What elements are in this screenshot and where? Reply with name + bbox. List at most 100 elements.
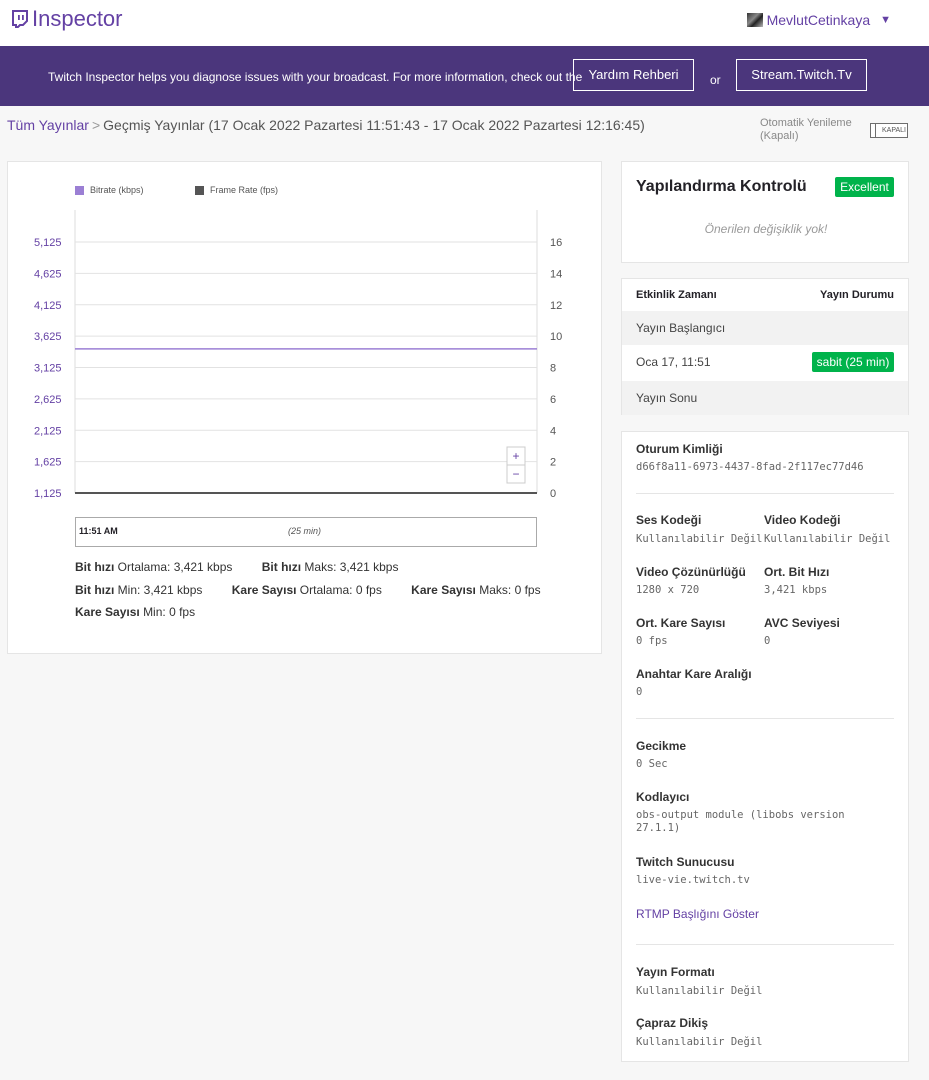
events-card: Etkinlik Zamanı Yayın Durumu Yayın Başla… [621,278,909,415]
interlace-value: Kullanılabilir Değil [636,1036,763,1048]
y-left-tick: 5,125 [34,237,62,249]
stream-format-value: Kullanılabilir Değil [636,985,763,997]
audio-codec-value: Kullanılabilir Değil [636,533,763,545]
top-bar: Inspector MevlutCetinkaya ▼ [0,0,929,46]
video-codec-label: Video Kodeği [764,513,841,527]
stats-row-1: Bit hızı Ortalama: 3,421 kbps Bit hızı M… [75,560,398,574]
interlace-label: Çapraz Dikiş [636,1016,709,1030]
caret-down-icon: ▼ [880,14,891,26]
resolution-value: 1280 x 720 [636,584,700,596]
event-time: Oca 17, 11:51 [636,355,711,369]
config-title: Yapılandırma Kontrolü [636,178,807,195]
stat-bitrate-avg: Bit hızı Ortalama: 3,421 kbps [75,560,233,574]
y-right-tick: 14 [550,268,562,280]
y-left-tick: 1,625 [34,457,62,469]
stream-format-label: Yayın Formatı [636,965,715,979]
timeline-duration: (25 min) [288,526,322,536]
timeline-navigator[interactable]: 11:51 AM (25 min) [75,517,537,547]
audio-codec-label: Ses Kodeği [636,513,702,527]
y-left-tick: 2,625 [34,394,62,406]
twitch-server-label: Twitch Sunucusu [636,855,735,869]
encoder-value-line1: obs-output module (libobs version [636,809,845,821]
avg-fps-label: Ort. Kare Sayısı [636,616,726,630]
stream-twitch-button[interactable]: Stream.Twitch.Tv [736,59,867,91]
y-left-tick: 3,625 [34,331,62,343]
stat-fps-avg: Kare Sayısı Ortalama: 0 fps [231,583,382,597]
stat-bitrate-max: Bit hızı Maks: 3,421 kbps [261,560,399,574]
event-row-status: Oca 17, 11:51 sabit (25 min) [622,345,908,379]
divider [636,718,894,719]
session-card: Oturum Kimliği d66f8a11-6973-4437-8fad-2… [621,431,909,1062]
breadcrumb-all-broadcasts[interactable]: Tüm Yayınlar [7,117,89,133]
twitch-icon [12,10,28,28]
avg-bitrate-value: 3,421 kbps [764,584,828,596]
stats-row-3: Kare Sayısı Min: 0 fps [75,605,195,619]
event-end-label: Yayın Sonu [636,391,698,405]
y-right-tick: 12 [550,300,562,312]
avatar [746,13,763,27]
logo[interactable]: Inspector [10,6,123,32]
events-col-time: Etkinlik Zamanı [636,289,717,301]
divider [636,944,894,945]
encoder-label: Kodlayıcı [636,790,690,804]
info-banner: Twitch Inspector helps you diagnose issu… [0,46,929,106]
encoder-value-line2: 27.1.1) [636,822,681,834]
keyframe-interval-label: Anahtar Kare Aralığı [636,667,752,681]
y-right-tick: 10 [550,331,562,343]
y-left-tick: 3,125 [34,363,62,375]
autorefresh-state: (Kapalı) [760,130,799,142]
zoom-out-button[interactable]: − [512,467,519,481]
avg-bitrate-label: Ort. Bit Hızı [764,565,830,579]
user-menu[interactable]: MevlutCetinkaya ▼ [746,12,891,28]
breadcrumb-separator: > [91,117,101,133]
resolution-label: Video Çözünürlüğü [636,565,746,579]
y-left-tick: 2,125 [34,425,62,437]
y-right-tick: 2 [550,457,556,469]
latency-label: Gecikme [636,739,687,753]
banner-text: Twitch Inspector helps you diagnose issu… [48,70,583,84]
stat-bitrate-min: Bit hızı Min: 3,421 kbps [75,583,203,597]
chart-card: Bitrate (kbps) Frame Rate (fps) 5,125 4,6… [7,161,602,654]
y-right-tick: 6 [550,394,556,406]
y-right-tick: 0 [550,488,556,500]
y-right-tick: 8 [550,363,556,375]
zoom-in-button[interactable]: + [512,449,519,463]
y-right-tick: 4 [550,425,556,437]
events-col-status: Yayın Durumu [820,289,894,301]
banner-or: or [710,73,721,87]
config-message: Önerilen değişiklik yok! [704,222,828,236]
event-row-start: Yayın Başlangıcı [622,311,908,345]
keyframe-interval-value: 0 [636,686,643,698]
breadcrumb: Tüm Yayınlar > Geçmiş Yayınlar (17 Ocak 20… [7,117,645,133]
twitch-server-value: live-vie.twitch.tv [636,874,750,886]
y-left-tick: 4,625 [34,268,62,280]
avc-level-value: 0 [764,635,771,647]
excellent-badge: Excellent [835,177,894,197]
stats-row-2: Bit hızı Min: 3,421 kbps Kare Sayısı Ort… [75,583,541,597]
breadcrumb-current: Geçmiş Yayınlar (17 Ocak 2022 Pazartesi … [103,117,645,133]
latency-value: 0 Sec [636,758,668,770]
stat-fps-max: Kare Sayısı Maks: 0 fps [411,583,541,597]
stat-fps-min: Kare Sayısı Min: 0 fps [75,605,196,619]
event-row-end: Yayın Sonu [622,381,908,415]
bitrate-chart[interactable]: 5,125 4,625 4,125 3,625 3,125 2,625 2,125 1,625… [8,162,603,562]
autorefresh-label: Otomatik Yenileme (Kapalı) [760,117,852,143]
zoom-controls: + − [506,446,526,484]
timeline-start: 11:51 AM [79,526,118,536]
session-id-value: d66f8a11-6973-4437-8fad-2f117ec77d46 [636,461,864,473]
avc-level-label: AVC Seviyesi [764,616,840,630]
video-codec-value: Kullanılabilir Değil [764,533,891,545]
status-badge: sabit (25 min) [812,352,894,372]
username: MevlutCetinkaya [766,12,871,28]
help-guide-button[interactable]: Yardım Rehberi [573,59,694,91]
session-id-label: Oturum Kimliği [636,442,723,456]
logo-text: Inspector [32,6,123,31]
autorefresh-toggle[interactable]: KAPALI [870,123,908,138]
show-rtmp-header-link[interactable]: RTMP Başlığını Göster [636,907,759,921]
y-right-tick: 16 [550,237,562,249]
config-check-card: Yapılandırma Kontrolü Excellent Önerilen… [621,161,909,263]
event-start-label: Yayın Başlangıcı [636,321,726,335]
autorefresh-title: Otomatik Yenileme [760,117,852,129]
divider [636,493,894,494]
avg-fps-value: 0 fps [636,635,668,647]
